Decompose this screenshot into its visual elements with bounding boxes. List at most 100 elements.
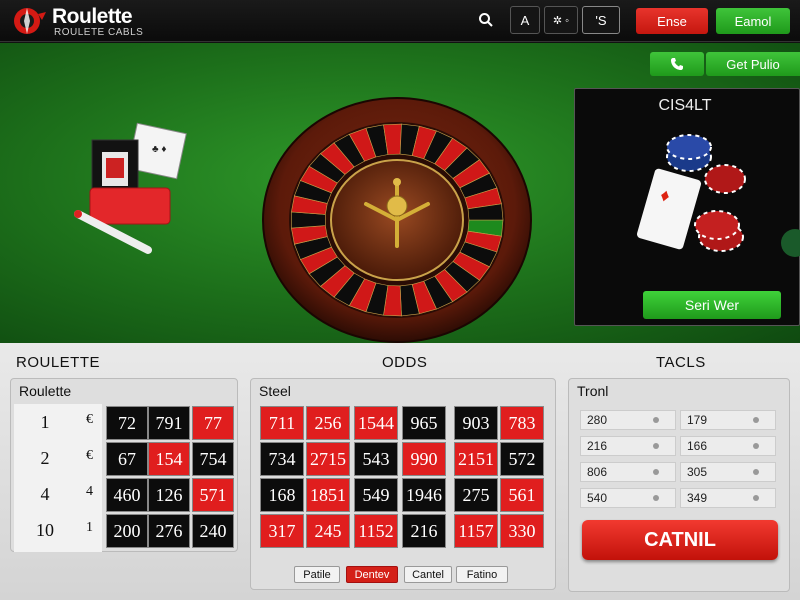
radio-dot-icon: [653, 495, 659, 501]
totals-section-heading: TACLS: [656, 354, 706, 371]
odds-cell[interactable]: 168: [260, 478, 304, 512]
radio-dot-icon: [753, 443, 759, 449]
dentev-button[interactable]: Dentev: [346, 566, 398, 583]
totals-value: 305: [687, 465, 708, 479]
odds-cell[interactable]: 317: [260, 514, 304, 548]
bet-cell[interactable]: 200: [106, 514, 148, 548]
row-mark: €: [86, 448, 93, 463]
odds-cell[interactable]: 543: [354, 442, 398, 476]
get-pro-button[interactable]: Get Pulio: [706, 52, 800, 76]
row-mark: 4: [86, 484, 93, 499]
row-mark: €: [86, 412, 93, 427]
totals-value: 216: [587, 439, 608, 453]
cantel-label: Cantel: [412, 568, 444, 581]
bet-cell[interactable]: 240: [192, 514, 234, 548]
top-bar: Roulette ROULETE CABLS A ✲ ◦ 'S Ense Eam…: [0, 0, 800, 42]
totals-cell[interactable]: 305: [680, 462, 776, 482]
chips-and-card-icon: ♦: [636, 134, 800, 257]
roulette-logo-icon: [14, 8, 46, 34]
roulette-section-heading: ROULETTE: [16, 354, 101, 371]
odds-cell[interactable]: 256: [306, 406, 350, 440]
odds-cell[interactable]: 245: [306, 514, 350, 548]
cantel-button[interactable]: Cantel: [404, 566, 452, 583]
radio-dot-icon: [653, 443, 659, 449]
row-label: 1: [40, 412, 50, 432]
svg-text:♣ ♦: ♣ ♦: [152, 144, 166, 155]
search-icon[interactable]: [474, 6, 498, 34]
odds-cell[interactable]: 561: [500, 478, 544, 512]
odds-cell[interactable]: 990: [402, 442, 446, 476]
odds-cell[interactable]: 734: [260, 442, 304, 476]
odds-cell[interactable]: 2151: [454, 442, 498, 476]
settings-button[interactable]: ✲ ◦: [544, 6, 578, 34]
roulette-panel-title: Roulette: [19, 383, 72, 399]
odds-cell[interactable]: 1946: [402, 478, 446, 512]
odds-panel-title: Steel: [259, 383, 291, 399]
totals-value: 166: [687, 439, 708, 453]
phone-icon: [671, 58, 683, 70]
odds-cell[interactable]: 572: [500, 442, 544, 476]
row-mark: 1: [86, 520, 93, 535]
odds-cell[interactable]: 1152: [354, 514, 398, 548]
ense-button[interactable]: Ense: [636, 8, 708, 34]
bet-cell[interactable]: 154: [148, 442, 190, 476]
bet-cell[interactable]: 276: [148, 514, 190, 548]
radio-dot-icon: [753, 469, 759, 475]
font-size-button[interactable]: A: [510, 6, 540, 34]
language-button[interactable]: 'S: [582, 6, 620, 34]
totals-cell[interactable]: 216: [580, 436, 676, 456]
totals-cell[interactable]: 166: [680, 436, 776, 456]
totals-value: 806: [587, 465, 608, 479]
odds-cell[interactable]: 1544: [354, 406, 398, 440]
totals-cell[interactable]: 179: [680, 410, 776, 430]
bet-cell[interactable]: 72: [106, 406, 148, 440]
totals-cell[interactable]: 540: [580, 488, 676, 508]
bet-cell[interactable]: 126: [148, 478, 190, 512]
radio-dot-icon: [753, 417, 759, 423]
bet-cell[interactable]: 77: [192, 406, 234, 440]
cancel-button[interactable]: CATNIL: [582, 520, 778, 560]
roulette-wheel[interactable]: [262, 96, 532, 344]
fatino-label: Fatino: [466, 568, 498, 581]
bet-cell[interactable]: 791: [148, 406, 190, 440]
phone-button[interactable]: [650, 52, 704, 76]
odds-cell[interactable]: 1157: [454, 514, 498, 548]
cancel-label: CATNIL: [644, 528, 716, 551]
bet-cell[interactable]: 754: [192, 442, 234, 476]
card-shoe-icon: ♣ ♦: [74, 122, 187, 254]
totals-value: 179: [687, 413, 708, 427]
odds-cell[interactable]: 711: [260, 406, 304, 440]
get-pro-label: Get Pulio: [726, 56, 780, 72]
odds-cell[interactable]: 216: [402, 514, 446, 548]
odds-cell[interactable]: 2715: [306, 442, 350, 476]
font-button-label: A: [520, 12, 530, 28]
totals-cell[interactable]: 349: [680, 488, 776, 508]
totals-value: 540: [587, 491, 608, 505]
fatino-button[interactable]: Fatino: [456, 566, 508, 583]
odds-cell[interactable]: 965: [402, 406, 446, 440]
odds-cell[interactable]: 275: [454, 478, 498, 512]
bet-cell[interactable]: 67: [106, 442, 148, 476]
eamol-button[interactable]: Eamol: [716, 8, 790, 34]
side-panel: CIS4LT ♦ Seri Wer: [574, 88, 800, 326]
patile-button[interactable]: Patile: [294, 566, 340, 583]
odds-cell[interactable]: 330: [500, 514, 544, 548]
totals-cell[interactable]: 280: [580, 410, 676, 430]
odds-cell[interactable]: 903: [454, 406, 498, 440]
bet-cell[interactable]: 571: [192, 478, 234, 512]
totals-value: 280: [587, 413, 608, 427]
eamol-label: Eamol: [734, 13, 772, 29]
app-subtitle: ROULETE CABLS: [54, 27, 144, 38]
odds-cell[interactable]: 783: [500, 406, 544, 440]
odds-cell[interactable]: 549: [354, 478, 398, 512]
totals-cell[interactable]: 806: [580, 462, 676, 482]
start-button[interactable]: Seri Wer: [643, 291, 781, 319]
bet-cell[interactable]: 460: [106, 478, 148, 512]
app-title: Roulette: [52, 5, 133, 28]
row-label: 10: [36, 520, 54, 540]
ense-label: Ense: [657, 13, 687, 29]
dentev-label: Dentev: [354, 568, 390, 581]
row-label: 2: [40, 448, 50, 468]
odds-cell[interactable]: 1851: [306, 478, 350, 512]
language-label: 'S: [595, 12, 607, 28]
